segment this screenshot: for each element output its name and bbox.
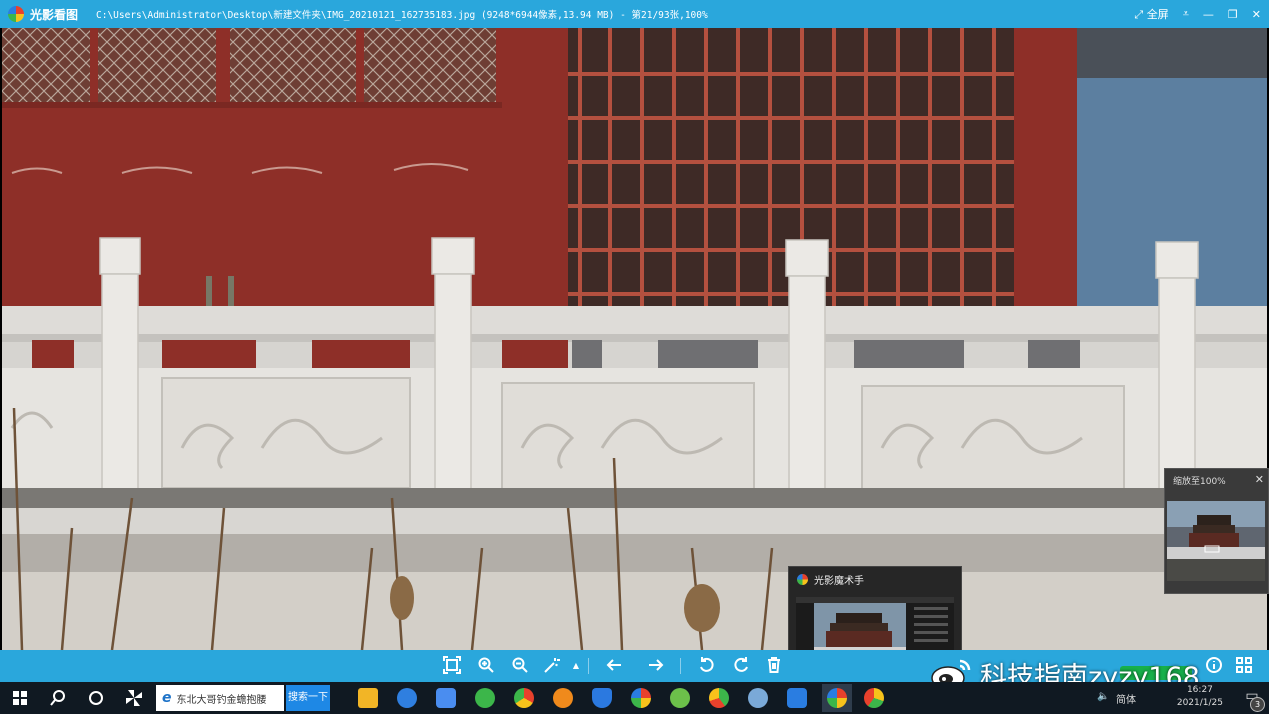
file-path: C:\Users\Administrator\Desktop\新建文件夹\IMG…: [96, 10, 708, 21]
game-app-icon[interactable]: [668, 686, 692, 710]
next-arrow-icon[interactable]: [646, 656, 666, 676]
photo-image: [2, 28, 1267, 650]
notification-icon[interactable]: ▭ 3: [1241, 688, 1265, 712]
grid-view-icon[interactable]: [1234, 656, 1254, 676]
menu-down-icon[interactable]: ⩡: [1183, 7, 1189, 21]
app-logo-icon: [8, 6, 24, 22]
network-app-icon[interactable]: [746, 686, 770, 710]
dropdown-icon[interactable]: ▲: [566, 656, 586, 676]
zoom-out-icon[interactable]: [510, 656, 530, 676]
app-logo-icon: [797, 573, 808, 585]
search-icon[interactable]: [46, 686, 70, 710]
app-name: 光影看图: [30, 7, 79, 22]
bottom-toolbar: ▲: [0, 650, 1269, 682]
photo-viewer-taskbar-icon[interactable]: [822, 684, 852, 712]
fullscreen-label: 全屏: [1146, 8, 1169, 21]
info-icon[interactable]: [1204, 656, 1224, 676]
cloud-app-icon[interactable]: [395, 686, 419, 710]
status-pill: [1120, 666, 1192, 680]
photo-viewport[interactable]: [2, 28, 1267, 650]
taskbar-search-input[interactable]: e 东北大哥钓金蟾抱腰: [156, 685, 284, 711]
fit-screen-icon[interactable]: [442, 656, 462, 676]
vpn-app-icon[interactable]: [785, 686, 809, 710]
volume-icon[interactable]: 🔈: [1097, 691, 1109, 702]
zoom-panel-label: 缩放至100%: [1173, 476, 1226, 487]
clover-app-icon[interactable]: [629, 686, 653, 710]
window-controls: ⤢ 全屏 ⩡ — ❐ ✕: [1134, 0, 1261, 28]
green-app-icon[interactable]: [473, 686, 497, 710]
minimize-icon[interactable]: —: [1203, 8, 1214, 21]
previous-arrow-icon[interactable]: [604, 656, 624, 676]
ie-icon: e: [162, 690, 172, 706]
toolbar-divider: [680, 658, 681, 674]
zoom-in-icon[interactable]: [476, 656, 496, 676]
rotate-left-icon[interactable]: [697, 656, 717, 676]
windows-taskbar: e 东北大哥钓金蟾抱腰 搜索一下 🔈 简体 16:27 2021/1/25 ▭ …: [0, 682, 1269, 714]
windows-start-icon[interactable]: [8, 686, 32, 710]
delete-icon[interactable]: [764, 656, 784, 676]
photo-editor-taskbar-icon[interactable]: [862, 686, 886, 710]
toolbar-divider: [588, 658, 589, 674]
zoom-navigator-panel: 缩放至100% ✕: [1164, 468, 1269, 594]
ime-label[interactable]: 简体: [1116, 691, 1136, 706]
rotate-right-icon[interactable]: [731, 656, 751, 676]
notification-badge: 3: [1250, 697, 1265, 712]
zoom-thumbnail[interactable]: [1167, 501, 1265, 581]
title-bar: 光影看图 C:\Users\Administrator\Desktop\新建文件…: [0, 0, 1269, 28]
close-icon[interactable]: ✕: [1252, 8, 1261, 21]
close-icon[interactable]: ✕: [1255, 473, 1264, 486]
cortana-icon[interactable]: [84, 686, 108, 710]
taskbar-search-text: 东北大哥钓金蟾抱腰: [176, 694, 267, 706]
pinwheel-app-icon[interactable]: [122, 686, 146, 710]
orange-app-icon[interactable]: [551, 686, 575, 710]
taskbar-clock[interactable]: 16:27 2021/1/25: [1177, 684, 1223, 710]
clock-time: 16:27: [1186, 685, 1213, 695]
mail-app-icon[interactable]: [434, 686, 458, 710]
clock-date: 2021/1/25: [1176, 698, 1223, 708]
preview-title: 光影魔术手: [814, 575, 864, 587]
fullscreen-button[interactable]: ⤢ 全屏: [1134, 6, 1168, 22]
taskbar-search-button[interactable]: 搜索一下: [286, 685, 330, 711]
magic-wand-icon[interactable]: [542, 656, 562, 676]
preview-header: 光影魔术手: [789, 567, 961, 591]
file-explorer-icon[interactable]: [356, 686, 380, 710]
chrome-icon[interactable]: [512, 686, 536, 710]
restore-icon[interactable]: ❐: [1228, 8, 1238, 21]
zoom-panel-header: 缩放至100% ✕: [1165, 469, 1268, 491]
browser-app-icon[interactable]: [707, 686, 731, 710]
shield-icon[interactable]: [590, 686, 614, 710]
